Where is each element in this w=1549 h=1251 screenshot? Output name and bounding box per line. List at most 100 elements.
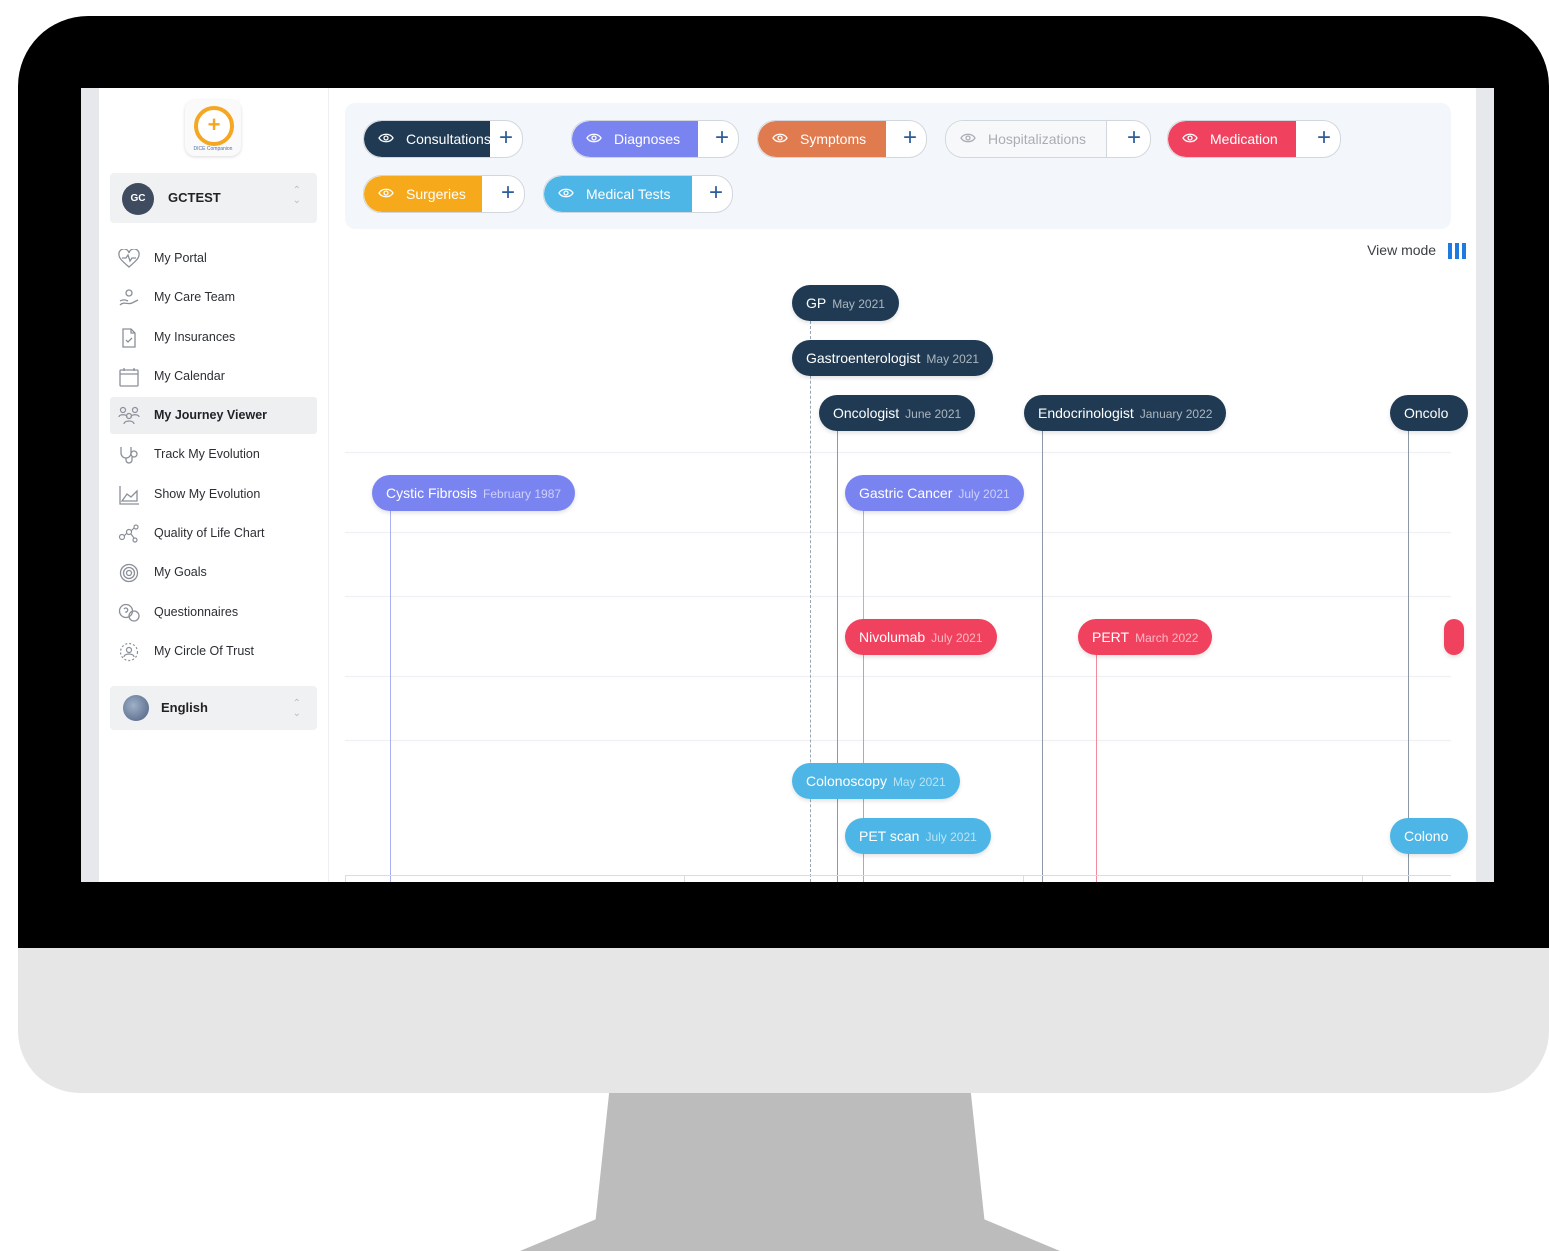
filter-surgeries[interactable]: Surgeries +	[363, 175, 525, 213]
event-date: May 2021	[892, 775, 946, 789]
add-medical-test-button[interactable]: +	[700, 176, 732, 212]
app-logo[interactable]: DICE Companion	[185, 100, 241, 156]
language-selector[interactable]: English ⌃ ⌄	[110, 686, 317, 730]
filter-toggle[interactable]: Hospitalizations	[946, 121, 1107, 157]
event-date: March 2022	[1135, 631, 1199, 645]
event-consultation[interactable]: GP May 2021	[792, 285, 899, 321]
sidebar: DICE Companion GC GCTEST ⌃⌄ My Portal	[99, 88, 329, 882]
filter-medication[interactable]: Medication +	[1167, 120, 1341, 158]
add-hospitalization-button[interactable]: +	[1118, 121, 1150, 157]
sidebar-item-track-my-evolution[interactable]: Track My Evolution	[110, 436, 317, 473]
event-medication-partial[interactable]	[1444, 619, 1464, 655]
columns-icon	[1448, 243, 1466, 260]
sidebar-item-label: My Insurances	[154, 329, 236, 344]
sidebar-item-my-care-team[interactable]: My Care Team	[110, 279, 317, 316]
date-connector	[390, 509, 392, 882]
event-date: May 2021	[926, 352, 980, 366]
user-name: GCTEST	[168, 190, 221, 205]
event-medical-test[interactable]: PET scan July 2021	[845, 818, 991, 854]
filter-toggle[interactable]: Medical Tests	[544, 176, 692, 212]
sidebar-item-my-journey-viewer[interactable]: My Journey Viewer	[110, 397, 317, 435]
event-title: Gastroenterologist	[806, 350, 921, 366]
filter-consultations[interactable]: Consultations +	[363, 120, 523, 158]
event-consultation[interactable]: Oncolo	[1390, 395, 1469, 431]
event-consultation[interactable]: Endocrinologist January 2022	[1024, 395, 1227, 431]
care-team-icon	[118, 288, 140, 308]
sidebar-item-show-my-evolution[interactable]: Show My Evolution	[110, 476, 317, 513]
event-title: Oncologist	[833, 405, 900, 421]
filter-hospitalizations[interactable]: Hospitalizations +	[945, 120, 1151, 158]
filter-toggle[interactable]: Medication	[1168, 121, 1296, 157]
area-chart-icon	[118, 485, 140, 505]
chevron-updown-icon: ⌃ ⌄	[292, 185, 301, 206]
event-date: February 1987	[483, 487, 562, 501]
filter-label: Medication	[1210, 131, 1278, 147]
sidebar-item-my-calendar[interactable]: My Calendar	[110, 358, 317, 395]
add-diagnosis-button[interactable]: +	[706, 121, 738, 157]
sidebar-item-my-circle-of-trust[interactable]: My Circle Of Trust	[110, 633, 317, 670]
sidebar-item-label: My Care Team	[154, 290, 236, 305]
event-medical-test[interactable]: Colonoscopy May 2021	[792, 763, 960, 799]
add-medication-button[interactable]: +	[1308, 121, 1340, 157]
event-medication[interactable]: PERT March 2022	[1078, 619, 1213, 655]
add-surgery-button[interactable]: +	[492, 176, 524, 212]
event-diagnosis[interactable]: Cystic Fibrosis February 1987	[372, 475, 576, 511]
date-connector	[837, 431, 839, 882]
sidebar-item-quality-of-life-chart[interactable]: Quality of Life Chart	[110, 515, 317, 552]
sidebar-item-questionnaires[interactable]: Questionnaires	[110, 594, 317, 631]
chevron-updown-icon: ⌃ ⌄	[292, 698, 301, 719]
monitor-chin	[18, 948, 1549, 1093]
filter-toggle[interactable]: Surgeries	[364, 176, 482, 212]
event-title: Oncolo	[1404, 405, 1449, 421]
filter-toggle[interactable]: Diagnoses	[572, 121, 698, 157]
date-connector	[1408, 431, 1410, 882]
eye-icon	[378, 188, 394, 198]
filter-medical-tests[interactable]: Medical Tests +	[543, 175, 733, 213]
sidebar-item-label: Track My Evolution	[154, 447, 260, 462]
add-consultation-button[interactable]: +	[490, 121, 522, 157]
view-mode-toggle[interactable]: View mode	[1367, 242, 1466, 260]
question-bubble-icon	[118, 603, 140, 623]
event-diagnosis[interactable]: Gastric Cancer July 2021	[845, 475, 1024, 511]
filter-toggle[interactable]: Symptoms	[758, 121, 886, 157]
filter-toggle[interactable]: Consultations	[364, 121, 491, 157]
eye-icon	[1182, 133, 1198, 143]
sidebar-item-label: My Calendar	[154, 368, 225, 383]
event-date: January 2022	[1139, 407, 1213, 421]
lane-separator	[345, 452, 1451, 453]
event-date: July 2021	[958, 487, 1010, 501]
stethoscope-icon	[118, 445, 140, 465]
event-title: GP	[806, 295, 827, 311]
event-medical-test[interactable]: Colono	[1390, 818, 1469, 854]
lane-separator	[345, 740, 1451, 741]
journey-viewer: Consultations + Diagnoses + Symptoms + H…	[329, 88, 1476, 882]
monitor-stand	[520, 1093, 1060, 1251]
logo-wordmark: DICE Companion	[193, 146, 233, 152]
axis-tick	[1362, 875, 1363, 882]
date-connector	[1096, 653, 1098, 882]
sidebar-item-label: Questionnaires	[154, 604, 239, 619]
event-medication[interactable]: Nivolumab July 2021	[845, 619, 997, 655]
eye-icon	[378, 133, 394, 143]
user-selector[interactable]: GC GCTEST ⌃ ⌄	[110, 173, 317, 223]
add-symptom-button[interactable]: +	[894, 121, 926, 157]
sidebar-item-my-portal[interactable]: My Portal	[110, 240, 317, 277]
language-label: English	[161, 700, 208, 715]
filter-label: Diagnoses	[614, 131, 681, 147]
event-title: Gastric Cancer	[859, 485, 953, 501]
filter-label: Hospitalizations	[988, 131, 1087, 147]
event-title: Endocrinologist	[1038, 405, 1134, 421]
filter-label: Surgeries	[406, 186, 466, 202]
event-consultation[interactable]: Gastroenterologist May 2021	[792, 340, 994, 376]
lane-separator	[345, 532, 1451, 533]
sidebar-nav: My Portal My Care Team My Insurances My …	[110, 240, 317, 672]
filter-symptoms[interactable]: Symptoms +	[757, 120, 927, 158]
people-group-icon	[118, 406, 140, 426]
filter-diagnoses[interactable]: Diagnoses +	[571, 120, 739, 158]
event-title: Cystic Fibrosis	[386, 485, 478, 501]
sidebar-item-my-goals[interactable]: My Goals	[110, 554, 317, 591]
event-consultation[interactable]: Oncologist June 2021	[819, 395, 976, 431]
screen: DICE Companion GC GCTEST ⌃⌄ My Portal	[81, 88, 1494, 882]
sidebar-item-my-insurances[interactable]: My Insurances	[110, 319, 317, 356]
axis-tick	[684, 875, 685, 882]
